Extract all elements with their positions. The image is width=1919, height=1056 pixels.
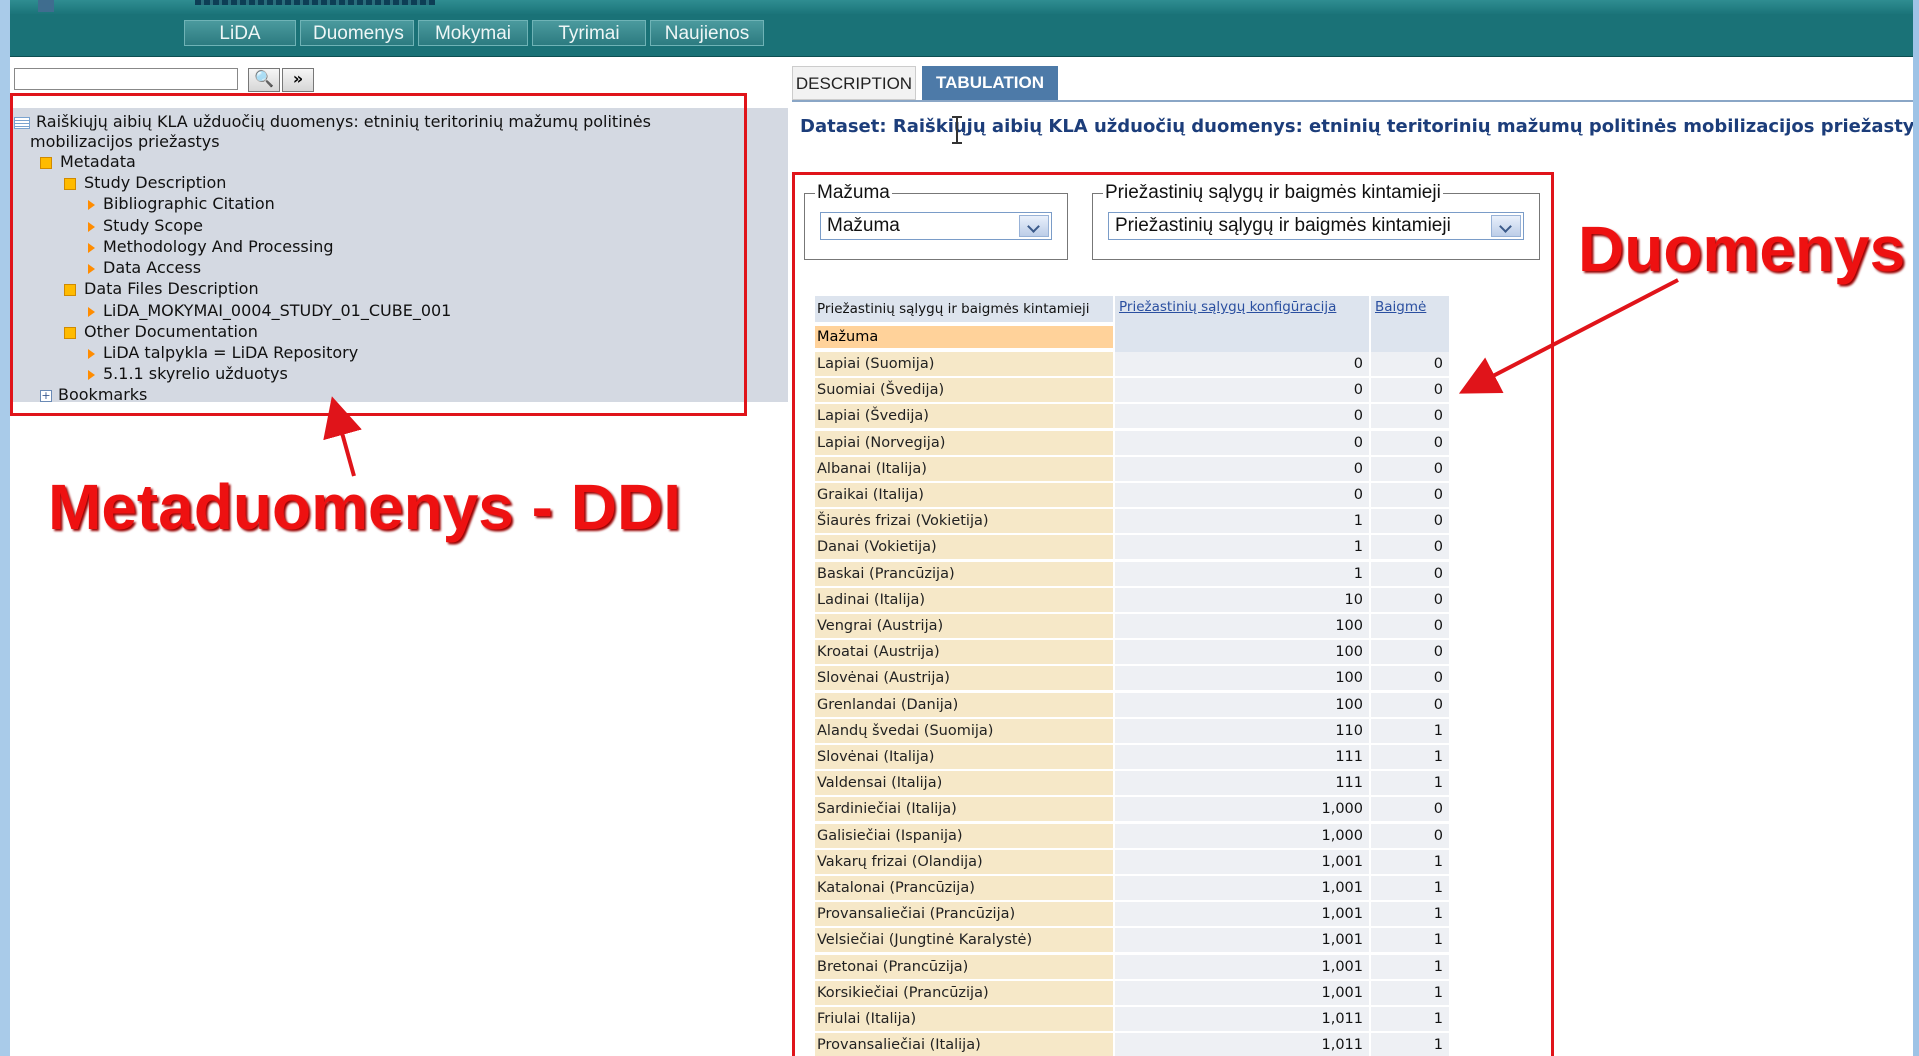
- binoculars-icon[interactable]: 🔍: [248, 68, 280, 92]
- nav-naujienos[interactable]: Naujienos: [650, 20, 764, 46]
- top-navigation-bar: LiDA Duomenys Mokymai Tyrimai Naujienos: [10, 0, 1913, 57]
- tab-underline: [792, 100, 1913, 102]
- search-input[interactable]: [14, 68, 238, 90]
- logo-icon: [38, 0, 54, 12]
- tab-tabulation[interactable]: TABULATION: [922, 66, 1058, 100]
- clipped-header-text: [195, 0, 435, 5]
- double-chevron-right-icon[interactable]: »: [282, 68, 314, 92]
- text-cursor-icon: [952, 116, 962, 144]
- tab-description[interactable]: DESCRIPTION: [792, 66, 916, 100]
- nav-tyrimai[interactable]: Tyrimai: [532, 20, 646, 46]
- nav-mokymai[interactable]: Mokymai: [418, 20, 528, 46]
- metadata-highlight-box: [10, 93, 747, 416]
- data-highlight-box: [792, 172, 1554, 1056]
- dataset-title: Dataset: Raiškiųjų aibių KLA užduočių du…: [800, 116, 1913, 137]
- nav-duomenys[interactable]: Duomenys: [300, 20, 414, 46]
- main-nav: LiDA Duomenys Mokymai Tyrimai Naujienos: [184, 20, 764, 48]
- nav-lida[interactable]: LiDA: [184, 20, 296, 46]
- annotation-metadata-label: Metaduomenys - DDI: [48, 471, 681, 543]
- app-frame: LiDA Duomenys Mokymai Tyrimai Naujienos …: [10, 0, 1913, 1056]
- annotation-data-label: Duomenys: [1578, 213, 1906, 285]
- window-edge: [1913, 0, 1919, 1056]
